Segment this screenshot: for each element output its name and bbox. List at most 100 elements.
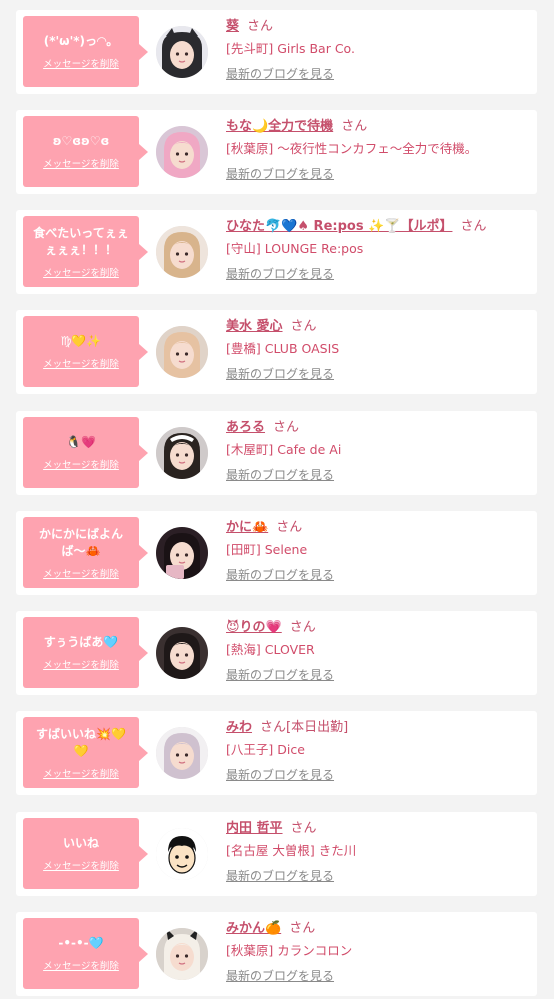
sender-name-link[interactable]: みわ [226, 720, 252, 735]
message-card: 食べたいってぇぇぇぇぇ！！！ メッセージを削除 ひなた🐬💙♠ Re:pos ✨🍸… [16, 210, 537, 294]
sender-name-link[interactable]: もな🌙全力で待機 [226, 119, 333, 134]
work-status-note: [本日出勤] [286, 720, 349, 735]
name-line: ひなた🐬💙♠ Re:pos ✨🍸【ルポ】 さん [226, 218, 531, 236]
delete-message-link[interactable]: メッセージを削除 [43, 766, 119, 780]
message-bubble: すばいいね💥💛💛 メッセージを削除 [23, 717, 148, 788]
shop-name: [秋葉原] カランコロン [226, 943, 353, 958]
sender-info: みかん🍊 さん [秋葉原] カランコロン 最新のブログを見る [226, 920, 531, 984]
latest-blog-link[interactable]: 最新のブログを見る [226, 366, 334, 382]
latest-blog-link[interactable]: 最新のブログを見る [226, 66, 334, 82]
latest-blog-link[interactable]: 最新のブログを見る [226, 868, 334, 884]
avatar-cartoon[interactable] [156, 828, 208, 880]
honorific: さん [260, 720, 287, 735]
sender-info: 😈りの💗 さん [熱海] CLOVER 最新のブログを見る [226, 619, 531, 683]
name-line: 美水 愛心 さん [226, 318, 531, 336]
shop-name: [田町] Selene [226, 542, 308, 557]
honorific: さん [290, 319, 317, 334]
message-text: いいね [62, 836, 99, 850]
latest-blog-link[interactable]: 最新のブログを見る [226, 667, 334, 683]
latest-blog-link[interactable]: 最新のブログを見る [226, 266, 334, 282]
message-card: 🐧💗 メッセージを削除 あろる さん [木屋町] Cafe de Ai 最新のブロ… [16, 411, 537, 495]
honorific: さん [289, 921, 316, 936]
avatar-dark[interactable] [156, 527, 208, 579]
message-bubble: 🐧💗 メッセージを削除 [23, 417, 148, 488]
delete-message-link[interactable]: メッセージを削除 [43, 457, 119, 471]
avatar-blonde[interactable] [156, 226, 208, 278]
message-text: 食べたいってぇぇぇぇぇ！！！ [33, 225, 129, 257]
honorific: さん [289, 620, 316, 635]
delete-message-link[interactable]: メッセージを削除 [43, 156, 119, 170]
message-card: -•-•-🩵 メッセージを削除 みかん🍊 さん [秋葉原] カランコロン 最新のブ… [16, 912, 537, 996]
message-card: ♍💛✨ メッセージを削除 美水 愛心 さん [豊橋] CLUB OASIS 最新の… [16, 310, 537, 394]
message-text: (*'ω'*)っ◜◝。 [43, 34, 119, 48]
shop-name: [木屋町] Cafe de Ai [226, 442, 342, 457]
avatar-light-hair[interactable] [156, 326, 208, 378]
shop-name: [名古屋 大曽根] きた川 [226, 843, 357, 858]
name-line: もな🌙全力で待機 さん [226, 118, 531, 136]
shop-name: [豊橋] CLUB OASIS [226, 341, 340, 356]
message-text: ʚ♡ɞʚ♡ɞ [52, 134, 110, 148]
latest-blog-link[interactable]: 最新のブログを見る [226, 767, 334, 783]
message-text: -•-•-🩵 [58, 936, 104, 950]
message-bubble: かにかにばよんば〜🦀 メッセージを削除 [23, 517, 148, 588]
delete-message-link[interactable]: メッセージを削除 [43, 265, 119, 279]
delete-message-link[interactable]: メッセージを削除 [43, 958, 119, 972]
latest-blog-link[interactable]: 最新のブログを見る [226, 567, 334, 583]
message-card: (*'ω'*)っ◜◝。 メッセージを削除 葵さん [先斗町] Girls Bar… [16, 10, 537, 94]
honorific: さん [273, 420, 300, 435]
sender-name-link[interactable]: ひなた🐬💙♠ Re:pos ✨🍸【ルポ】 [226, 219, 452, 234]
message-bubble: ʚ♡ɞʚ♡ɞ メッセージを削除 [23, 116, 148, 187]
latest-blog-link[interactable]: 最新のブログを見る [226, 968, 334, 984]
message-card: いいね メッセージを削除 内田 哲平 さん [名古屋 大曽根] きた川 最新のブロ… [16, 812, 537, 896]
name-line: みわ さん[本日出勤] [226, 719, 531, 737]
sender-info: ひなた🐬💙♠ Re:pos ✨🍸【ルポ】 さん [守山] LOUNGE Re:po… [226, 218, 531, 282]
delete-message-link[interactable]: メッセージを削除 [43, 356, 119, 370]
delete-message-link[interactable]: メッセージを削除 [43, 56, 119, 70]
message-text: すぅうばあ🩵 [43, 635, 119, 649]
delete-message-link[interactable]: メッセージを削除 [43, 858, 119, 872]
sender-info: かに🦀 さん [田町] Selene 最新のブログを見る [226, 519, 531, 583]
message-bubble: (*'ω'*)っ◜◝。 メッセージを削除 [23, 16, 148, 87]
avatar-maid[interactable] [156, 427, 208, 479]
sender-info: みわ さん[本日出勤] [八王子] Dice 最新のブログを見る [226, 719, 531, 783]
sender-name-link[interactable]: 美水 愛心 [226, 319, 283, 334]
avatar-bunny[interactable] [156, 928, 208, 980]
avatar-pink-hair[interactable] [156, 126, 208, 178]
message-card: ʚ♡ɞʚ♡ɞ メッセージを削除 もな🌙全力で待機 さん [秋葉原] 〜夜行性コンカ… [16, 110, 537, 194]
message-card: すばいいね💥💛💛 メッセージを削除 みわ さん[本日出勤] [八王子] Dice … [16, 711, 537, 795]
sender-name-link[interactable]: あろる [226, 420, 265, 435]
message-bubble: すぅうばあ🩵 メッセージを削除 [23, 617, 148, 688]
sender-name-link[interactable]: 😈りの💗 [226, 620, 282, 635]
sender-name-link[interactable]: かに🦀 [226, 520, 268, 535]
message-text: かにかにばよんば〜🦀 [38, 526, 123, 558]
name-line: あろる さん [226, 419, 531, 437]
sender-name-link[interactable]: 葵 [226, 19, 239, 34]
shop-name: [八王子] Dice [226, 742, 305, 757]
sender-name-link[interactable]: 内田 哲平 [226, 821, 283, 836]
avatar-ash-hair[interactable] [156, 727, 208, 779]
avatar-dark-hair[interactable] [156, 627, 208, 679]
shop-name: [秋葉原] 〜夜行性コンカフェ〜全力で待機。 [226, 141, 478, 156]
message-text: ♍💛✨ [60, 334, 102, 348]
latest-blog-link[interactable]: 最新のブログを見る [226, 166, 334, 182]
avatar-cat[interactable] [156, 26, 208, 78]
message-text: すばいいね💥💛💛 [36, 726, 126, 758]
message-bubble: 食べたいってぇぇぇぇぇ！！！ メッセージを削除 [23, 216, 148, 287]
sender-info: 葵さん [先斗町] Girls Bar Co. 最新のブログを見る [226, 18, 531, 82]
message-bubble: ♍💛✨ メッセージを削除 [23, 316, 148, 387]
sender-info: 美水 愛心 さん [豊橋] CLUB OASIS 最新のブログを見る [226, 318, 531, 382]
message-text: 🐧💗 [66, 435, 96, 449]
sender-name-link[interactable]: みかん🍊 [226, 921, 281, 936]
shop-name: [守山] LOUNGE Re:pos [226, 241, 364, 256]
sender-info: 内田 哲平 さん [名古屋 大曽根] きた川 最新のブログを見る [226, 820, 531, 884]
shop-name: [先斗町] Girls Bar Co. [226, 41, 355, 56]
honorific: さん [290, 821, 317, 836]
name-line: かに🦀 さん [226, 519, 531, 537]
latest-blog-link[interactable]: 最新のブログを見る [226, 467, 334, 483]
honorific: さん [341, 119, 368, 134]
message-card: すぅうばあ🩵 メッセージを削除 😈りの💗 さん [熱海] CLOVER 最新のブロ… [16, 611, 537, 695]
name-line: 葵さん [226, 18, 531, 36]
delete-message-link[interactable]: メッセージを削除 [43, 657, 119, 671]
message-bubble: いいね メッセージを削除 [23, 818, 148, 889]
delete-message-link[interactable]: メッセージを削除 [43, 566, 119, 580]
